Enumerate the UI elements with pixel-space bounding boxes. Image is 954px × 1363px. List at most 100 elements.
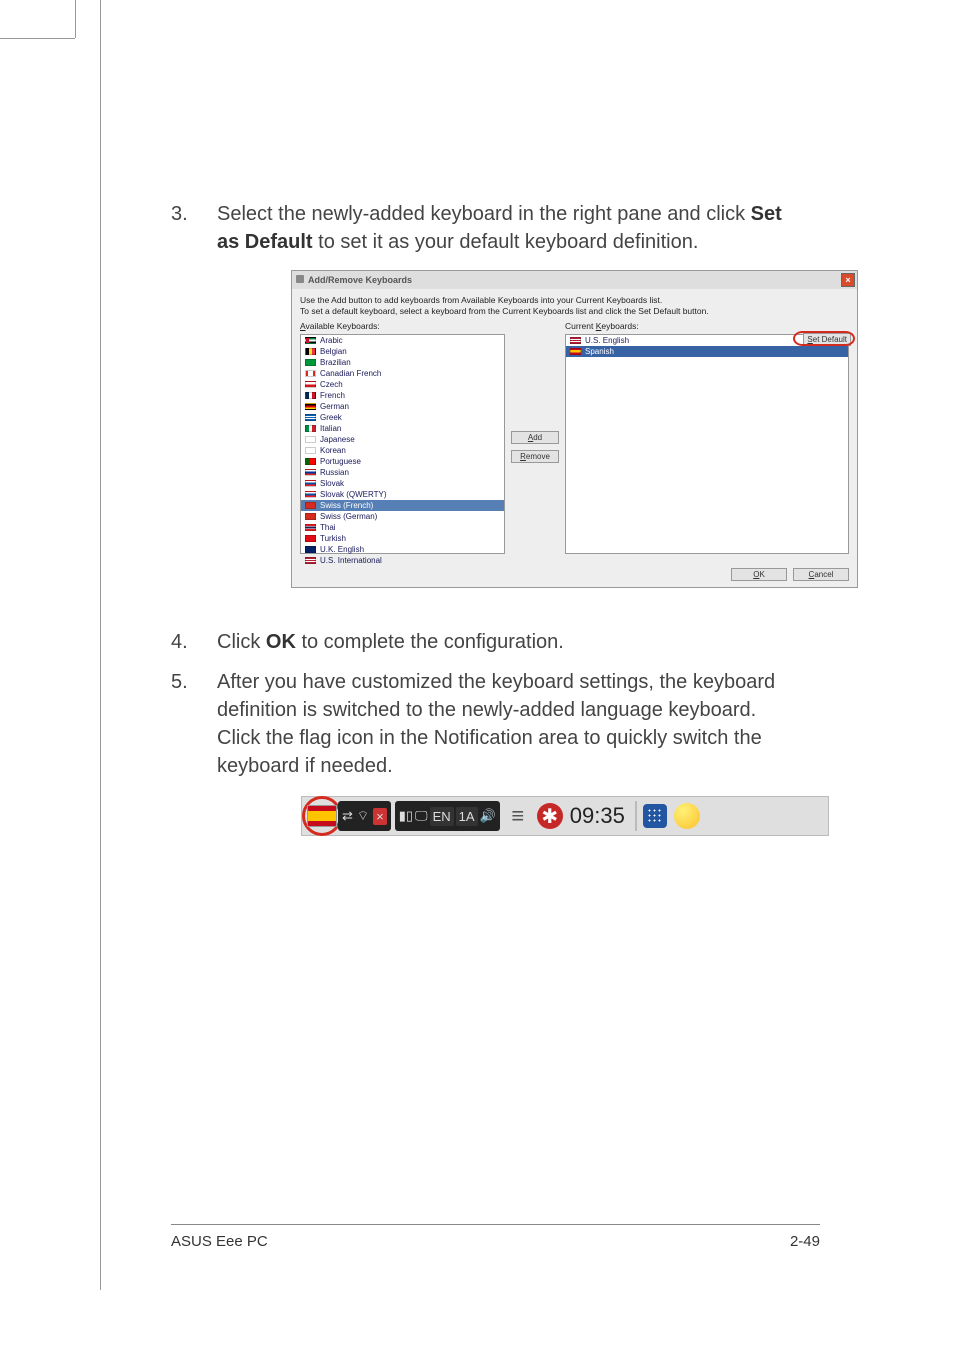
label-rest: vailable Keyboards: — [306, 321, 380, 331]
volume-icon[interactable]: 🔊 — [480, 808, 496, 824]
add-button[interactable]: Add — [511, 431, 559, 444]
monitor-icon[interactable]: 🖵 — [415, 808, 428, 824]
crop-mark — [75, 0, 76, 38]
available-keyboards-list[interactable]: ArabicBelgianBrazilianCanadian FrenchCze… — [300, 334, 505, 554]
flag-icon — [305, 381, 316, 388]
list-item-label: Japanese — [320, 435, 355, 444]
set-default-button[interactable]: Set Default — [803, 333, 851, 346]
battery-icon[interactable]: ▮▯ — [399, 808, 413, 824]
flag-icon — [305, 370, 316, 377]
list-item-label: Swiss (French) — [320, 501, 373, 510]
flag-icon — [305, 557, 316, 564]
list-item-label: Belgian — [320, 347, 347, 356]
list-item-label: U.K. English — [320, 545, 364, 554]
list-item[interactable]: U.S. International — [301, 555, 504, 566]
available-column: Available Keyboards: ArabicBelgianBrazil… — [300, 321, 505, 554]
menu-lines-icon[interactable]: ≡ — [504, 804, 532, 828]
step-bold: OK — [266, 631, 296, 653]
list-item[interactable]: Slovak — [301, 478, 504, 489]
list-item[interactable]: Swiss (French) — [301, 500, 504, 511]
add-remove-keyboards-dialog: Add/Remove Keyboards × Use the Add butto… — [291, 270, 858, 588]
list-item[interactable]: Canadian French — [301, 368, 504, 379]
list-item-label: Russian — [320, 468, 349, 477]
flag-icon — [305, 524, 316, 531]
step-number: 3. — [171, 200, 217, 256]
cancel-button[interactable]: Cancel — [793, 568, 849, 581]
clock[interactable]: 09:35 — [570, 803, 625, 829]
step-body: After you have customized the keyboard s… — [217, 668, 800, 780]
set-default-wrap: Set Default — [803, 334, 851, 344]
list-item[interactable]: Spanish — [566, 346, 848, 357]
close-tray-icon[interactable]: × — [373, 808, 387, 825]
list-item[interactable]: Greek — [301, 412, 504, 423]
network-icon[interactable]: ⇄ — [342, 808, 353, 824]
available-label: Available Keyboards: — [300, 321, 505, 331]
list-item[interactable]: Thai — [301, 522, 504, 533]
dialog-title: Add/Remove Keyboards — [296, 275, 412, 285]
asterisk-icon[interactable]: ✱ — [536, 804, 564, 828]
list-item-label: Italian — [320, 424, 341, 433]
list-item-label: U.S. International — [320, 556, 382, 565]
flag-icon — [305, 458, 316, 465]
label-rest: ancel — [814, 570, 833, 579]
dialog-columns: Available Keyboards: ArabicBelgianBrazil… — [292, 321, 857, 562]
list-item-label: U.S. English — [585, 336, 629, 345]
list-item[interactable]: Swiss (German) — [301, 511, 504, 522]
list-item[interactable]: Brazilian — [301, 357, 504, 368]
flag-callout — [302, 796, 342, 836]
list-item-label: Portuguese — [320, 457, 361, 466]
flag-icon — [305, 491, 316, 498]
list-item[interactable]: Korean — [301, 445, 504, 456]
list-item[interactable]: French — [301, 390, 504, 401]
page-frame: 3. Select the newly-added keyboard in th… — [100, 0, 870, 1290]
dialog-desc-line: Use the Add button to add keyboards from… — [300, 295, 849, 306]
tray-separator — [635, 801, 637, 831]
flag-icon — [570, 337, 581, 344]
list-item[interactable]: Arabic — [301, 335, 504, 346]
content-area: 3. Select the newly-added keyboard in th… — [101, 0, 870, 836]
input-mode-badge[interactable]: 1A — [456, 807, 478, 826]
list-item[interactable]: Czech — [301, 379, 504, 390]
ok-button[interactable]: OK — [731, 568, 787, 581]
dialog-title-text: Add/Remove Keyboards — [308, 275, 412, 285]
list-item[interactable]: Belgian — [301, 346, 504, 357]
list-item-label: Czech — [320, 380, 343, 389]
crop-mark — [0, 38, 75, 39]
step-text: to complete the configuration. — [296, 631, 564, 653]
list-item[interactable]: Turkish — [301, 533, 504, 544]
list-item[interactable]: Russian — [301, 467, 504, 478]
language-badge[interactable]: EN — [430, 807, 454, 826]
list-item[interactable]: German — [301, 401, 504, 412]
step-3: 3. Select the newly-added keyboard in th… — [171, 200, 800, 256]
tray-dark-strip: ⇄ ⌔ × — [338, 801, 391, 831]
keyboard-icon — [296, 275, 304, 283]
close-button[interactable]: × — [841, 273, 855, 287]
list-item-label: Slovak (QWERTY) — [320, 490, 387, 499]
label-rest: et Default — [813, 335, 847, 344]
label-rest: emove — [526, 452, 550, 461]
current-keyboards-list[interactable]: U.S. EnglishSpanish — [565, 334, 849, 554]
step-text: Select the newly-added keyboard in the r… — [217, 203, 751, 225]
dialog-desc-line: To set a default keyboard, select a keyb… — [300, 306, 849, 317]
list-item[interactable]: Portuguese — [301, 456, 504, 467]
list-item-label: Slovak — [320, 479, 344, 488]
dialog-titlebar: Add/Remove Keyboards × — [292, 271, 857, 289]
list-item-label: Thai — [320, 523, 336, 532]
flag-icon — [305, 469, 316, 476]
remove-button[interactable]: Remove — [511, 450, 559, 463]
list-item[interactable]: Slovak (QWERTY) — [301, 489, 504, 500]
wifi-icon[interactable]: ⌔ — [357, 808, 369, 824]
list-item[interactable]: U.K. English — [301, 544, 504, 555]
list-item[interactable]: Italian — [301, 423, 504, 434]
flag-icon — [305, 392, 316, 399]
list-item[interactable]: Japanese — [301, 434, 504, 445]
flag-icon — [305, 425, 316, 432]
flag-icon — [305, 414, 316, 421]
language-flag-icon[interactable] — [307, 805, 337, 827]
smiley-icon[interactable] — [673, 804, 701, 828]
footer-left: ASUS Eee PC — [171, 1233, 268, 1250]
list-item-label: German — [320, 402, 349, 411]
flag-icon — [305, 480, 316, 487]
page-footer: ASUS Eee PC 2-49 — [171, 1224, 820, 1250]
grid-launcher-icon[interactable] — [641, 804, 669, 828]
